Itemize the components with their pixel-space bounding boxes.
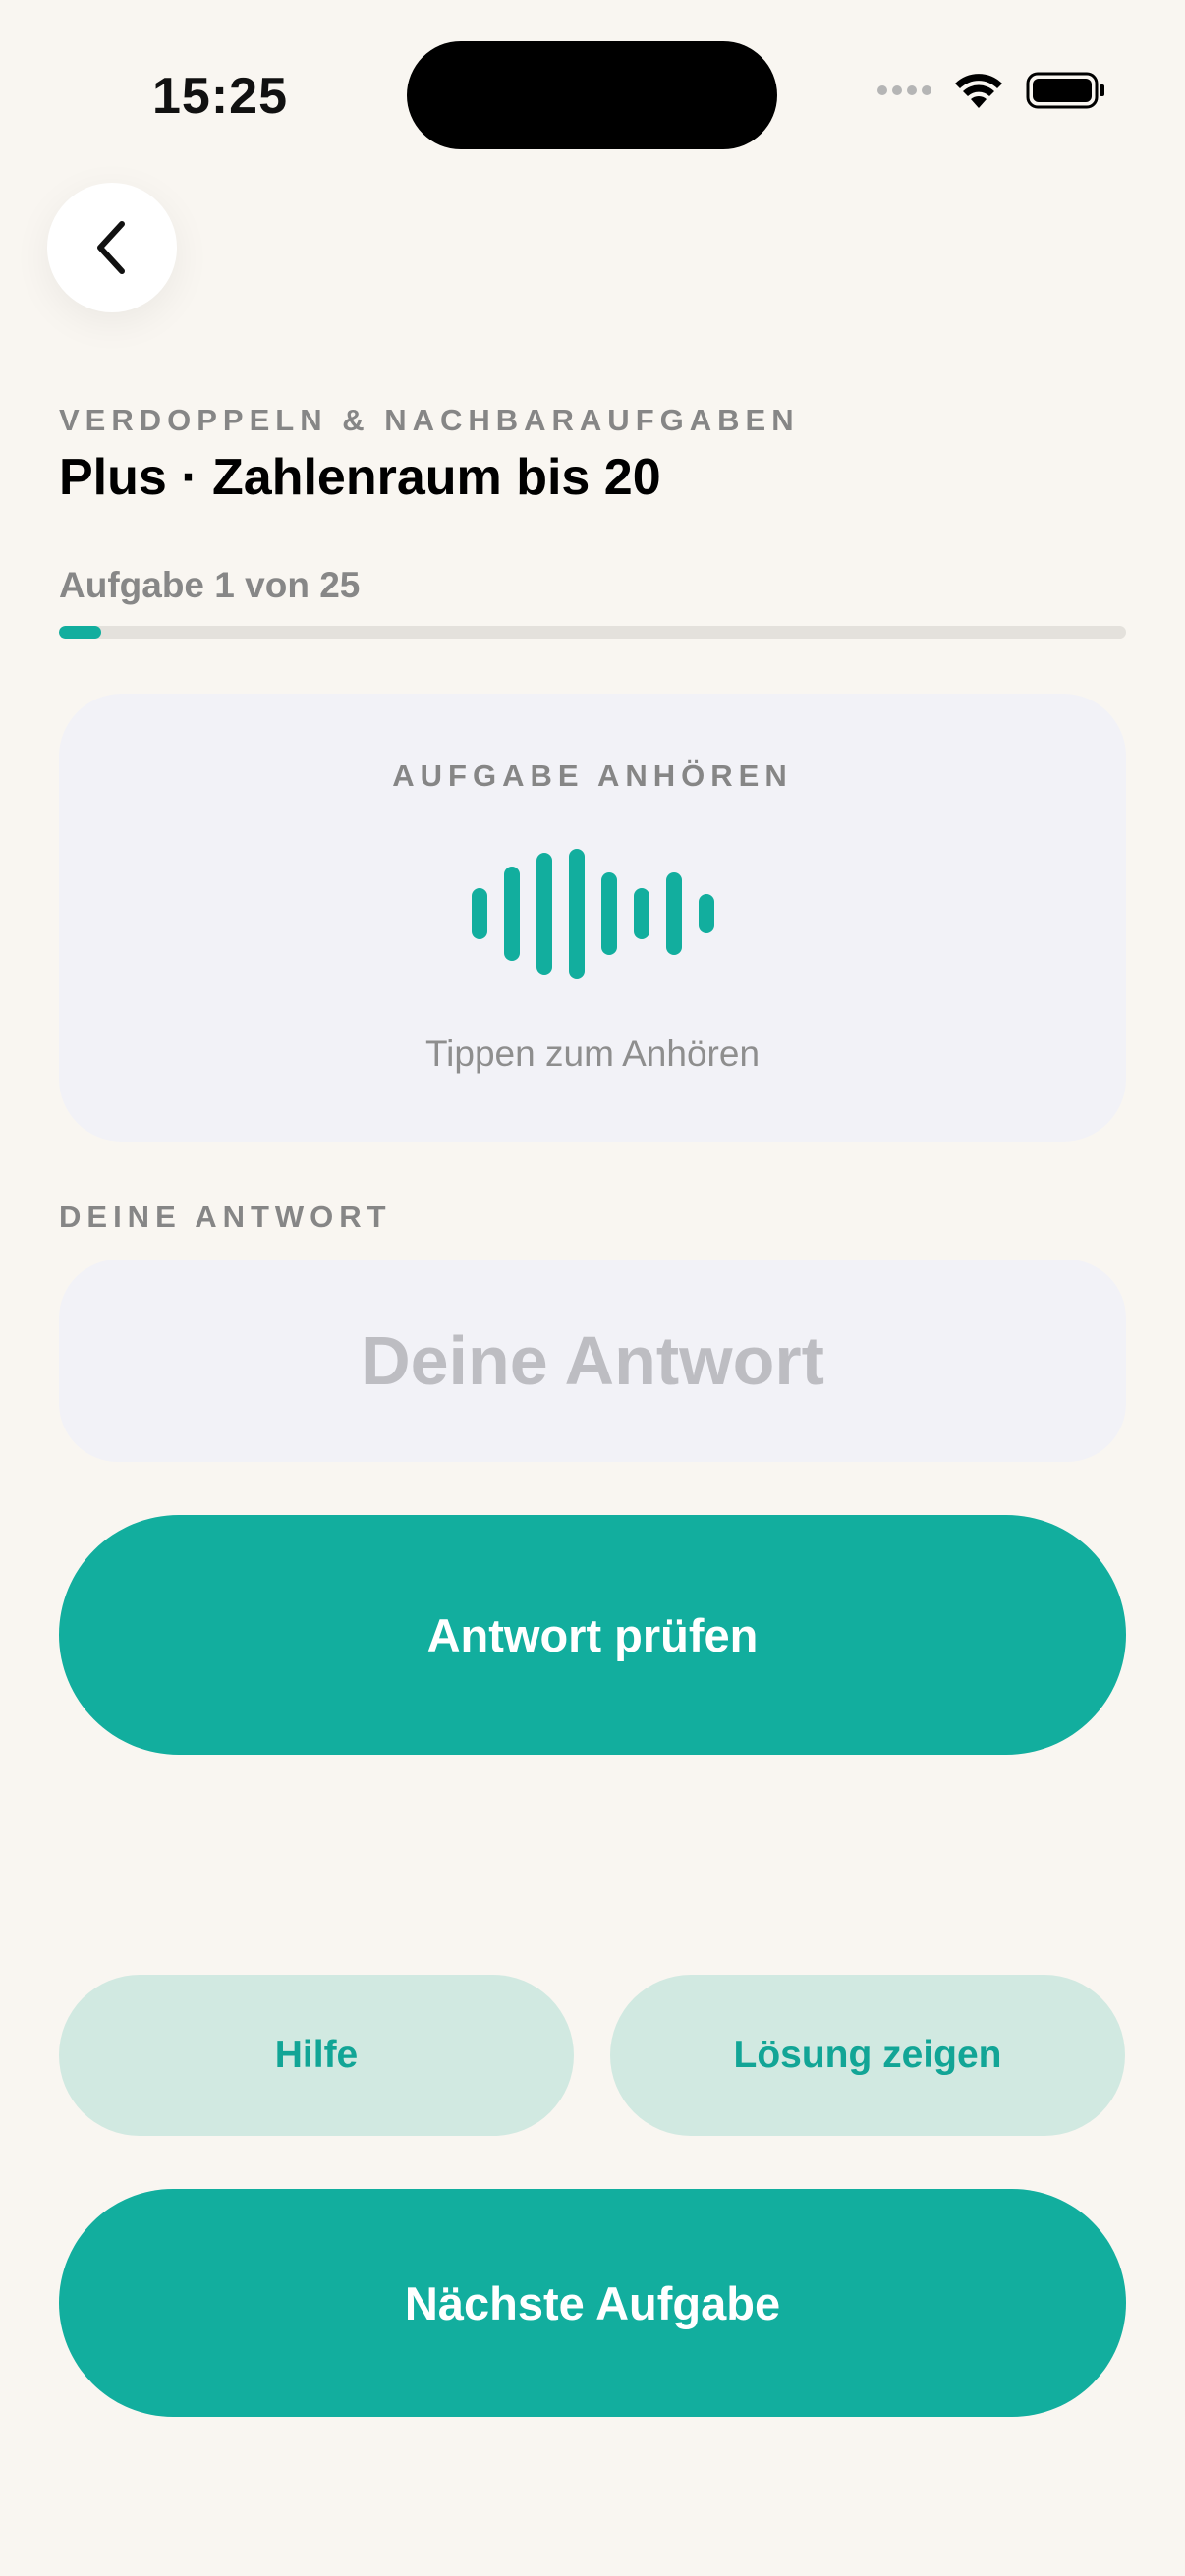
check-answer-button[interactable]: Antwort prüfen <box>59 1515 1126 1755</box>
chevron-left-icon <box>97 221 125 274</box>
progress-label: Aufgabe 1 von 25 <box>59 565 361 605</box>
dynamic-island <box>407 41 777 149</box>
listen-card-label: AUFGABE ANHÖREN <box>392 758 793 793</box>
status-icons <box>877 71 1106 110</box>
category-label: VERDOPPELN & NACHBARAUFGABEN <box>59 403 800 437</box>
next-exercise-button[interactable]: Nächste Aufgabe <box>59 2189 1126 2417</box>
waveform-icon[interactable] <box>470 849 717 979</box>
status-time: 15:25 <box>152 68 288 125</box>
cellular-signal-icon <box>877 85 931 95</box>
wifi-icon <box>955 74 1002 108</box>
show-solution-button[interactable]: Lösung zeigen <box>610 1975 1125 2136</box>
help-button[interactable]: Hilfe <box>59 1975 574 2136</box>
back-button[interactable] <box>47 183 177 312</box>
progress-bar <box>59 626 1126 639</box>
exercise-screen: 15:25 VERDOPPELN & NACHBARAUFGABEN Plus … <box>0 0 1185 2576</box>
answer-label: DEINE ANTWORT <box>59 1200 392 1234</box>
listen-card-hint: Tippen zum Anhören <box>424 1034 761 1074</box>
answer-input[interactable] <box>59 1260 1126 1462</box>
progress-bar-fill <box>59 626 102 639</box>
page-title: Plus · Zahlenraum bis 20 <box>59 449 661 506</box>
battery-icon <box>1026 72 1104 109</box>
